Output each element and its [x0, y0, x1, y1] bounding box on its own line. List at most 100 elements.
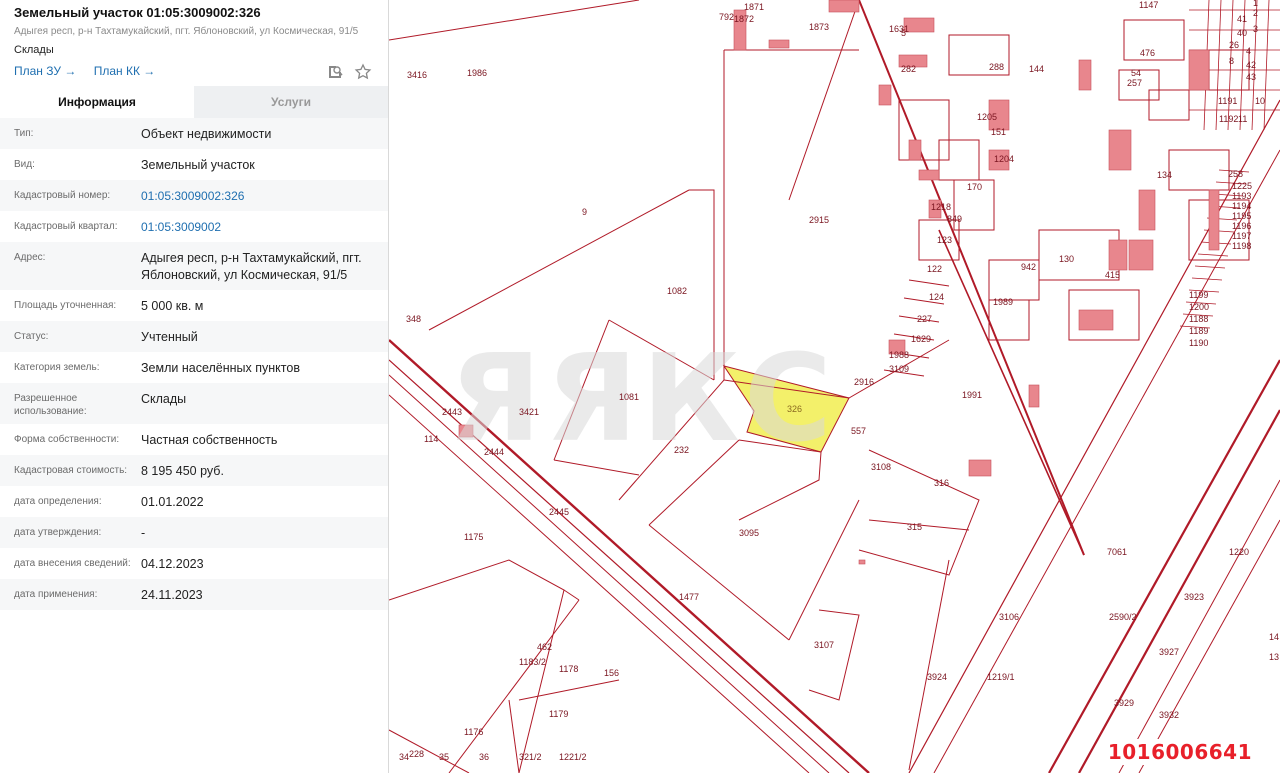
parcel-boundary: [508, 699, 520, 773]
parcel-shape: [1148, 89, 1190, 121]
parcel-boundary: [1191, 277, 1223, 281]
parcel-number-label: 348: [406, 314, 421, 324]
parcel-number-label: 1175: [464, 532, 483, 542]
attribute-value-link[interactable]: 01:05:3009002: [141, 219, 388, 236]
attribute-table: Тип: Объект недвижимости Вид: Земельный уча…: [0, 118, 388, 610]
parcel-number-label: 1205: [977, 112, 997, 122]
zoom-to-icon[interactable]: [326, 63, 344, 81]
building: [1108, 239, 1128, 271]
parcel-number-label: 42: [1246, 60, 1256, 70]
parcel-number-label: 3109: [889, 364, 909, 374]
favorite-star-icon[interactable]: [354, 63, 372, 81]
cadastral-map[interactable]: ЯЯКС 3416 1986 9 1082 1081 3421 348 2443 114 232 24…: [389, 0, 1280, 773]
parcel-number-label: 1198: [1232, 241, 1251, 251]
attribute-label: Площадь уточненная:: [14, 300, 117, 311]
parcel-number-label: 1989: [993, 297, 1013, 307]
parcel-number-label: 1193: [1232, 191, 1251, 201]
attribute-label: Форма собственности:: [14, 434, 120, 445]
parcel-number-label: 1988: [889, 350, 909, 360]
parcel-number-label: 1191: [1218, 96, 1237, 106]
parcel-number-label: 1218: [931, 202, 951, 212]
parcel-number-label: 156: [604, 668, 619, 678]
parcel-number-label: 122: [927, 264, 942, 274]
parcel-address: Адыгея респ, р-н Тахтамукайский, пгт. Яб…: [14, 26, 359, 37]
parcel-number-label: 258: [1228, 169, 1243, 179]
parcel-number-label: 557: [851, 426, 866, 436]
parcel-number-label: 134: [1157, 170, 1172, 180]
building: [968, 459, 992, 477]
parcel-number-label: 2445: [549, 507, 569, 517]
parcel-number-label: 1147: [1139, 0, 1158, 10]
attribute-label: Разрешенное использование:: [14, 393, 87, 417]
parcel-number-label: 2915: [809, 215, 829, 225]
attribute-value: 01.01.2022: [141, 495, 204, 509]
attribute-label: дата определения:: [14, 496, 102, 507]
parcel-number-label: 114: [424, 434, 438, 444]
plan-kk-link[interactable]: План КК →: [94, 64, 156, 78]
parcel-number-label: 3932: [1159, 710, 1179, 720]
building: [1128, 239, 1154, 271]
parcel-title: Земельный участок 01:05:3009002:326: [14, 5, 261, 20]
building: [828, 0, 860, 13]
attribute-row: Форма собственности: Частная собственност…: [0, 424, 388, 455]
parcel-number-label: 3416: [407, 70, 427, 80]
parcel-number-label: 1190: [1189, 338, 1208, 348]
parcel-number-label: 1871: [744, 2, 764, 12]
parcel-shape: [898, 99, 950, 161]
attribute-value: -: [141, 526, 146, 540]
attribute-row: Кадастровый квартал: 01:05:3009002: [0, 211, 388, 242]
parcel-number-label: 415: [1105, 270, 1120, 280]
attribute-value: 5 000 кв. м: [141, 299, 204, 313]
parcel-number-label: 1873: [809, 22, 829, 32]
map-canvas[interactable]: ЯЯКС3416 19869108210813421348244311423224…: [389, 0, 1280, 773]
parcel-number-label: 2916: [854, 377, 874, 387]
attribute-row: Категория земель: Земли населённых пункто…: [0, 352, 388, 383]
parcel-boundary: [1194, 265, 1226, 269]
attribute-row: дата определения: 01.01.2022: [0, 486, 388, 517]
parcel-number-label: 1082: [667, 286, 687, 296]
parcel-number-label: 1991: [962, 390, 982, 400]
attribute-value: 04.12.2023: [141, 557, 204, 571]
parcel-number-label: 1183/2: [519, 657, 546, 667]
attribute-value-link[interactable]: 01:05:3009002:326: [141, 188, 388, 205]
parcel-number-label: 2444: [484, 447, 504, 457]
attribute-row: Площадь уточненная: 5 000 кв. м: [0, 290, 388, 321]
parcel-number-label: 1197: [1232, 231, 1251, 241]
parcel-number-label: 3108: [871, 462, 891, 472]
attribute-row: Вид: Земельный участок: [0, 149, 388, 180]
parcel-number-label: 942: [1021, 262, 1036, 272]
parcel-number-label: 41: [1237, 14, 1247, 24]
parcel-number-label: 1195: [1232, 211, 1251, 221]
attribute-value: Частная собственность: [141, 433, 278, 447]
attribute-row: Тип: Объект недвижимости: [0, 118, 388, 149]
parcel-number-label: 1204: [994, 154, 1014, 164]
attribute-value: Адыгея респ, р-н Тахтамукайский, пгт. Яб…: [141, 251, 362, 282]
road-boundary: [1078, 409, 1280, 773]
parcel-boundary: [1197, 253, 1229, 257]
parcel-number-label: 14: [1269, 632, 1279, 642]
listing-id-badge: 1016006641: [1103, 739, 1256, 765]
attribute-label: Кадастровая стоимость:: [14, 465, 128, 476]
plan-zu-link[interactable]: План ЗУ →: [14, 64, 76, 78]
parcel-number-label: 1178: [559, 664, 578, 674]
building: [1188, 49, 1210, 91]
parcel-number-label: 3095: [739, 528, 759, 538]
attribute-value: Земли населённых пунктов: [141, 361, 300, 375]
attribute-label: Вид:: [14, 159, 35, 170]
attribute-value: Объект недвижимости: [141, 127, 272, 141]
parcel-number-label: 3929: [1114, 698, 1134, 708]
selected-parcel-label: 326: [787, 404, 802, 414]
parcel-boundary: [648, 524, 790, 641]
parcel-number-label: 2590/2: [1109, 612, 1137, 622]
parcel-number-label: 849: [947, 214, 962, 224]
parcel-number-label: 1629: [911, 334, 931, 344]
parcel-boundary: [908, 279, 950, 287]
parcel-number-label: 2443: [442, 407, 462, 417]
parcel-number-label: 257: [1127, 78, 1142, 88]
attribute-label: дата утверждения:: [14, 527, 102, 538]
tab-services[interactable]: Услуги: [194, 86, 388, 118]
parcel-number-label: 1200: [1189, 302, 1209, 312]
tab-info[interactable]: Информация: [0, 86, 194, 118]
parcel-boundary: [788, 499, 860, 641]
attribute-row: дата применения: 24.11.2023: [0, 579, 388, 610]
